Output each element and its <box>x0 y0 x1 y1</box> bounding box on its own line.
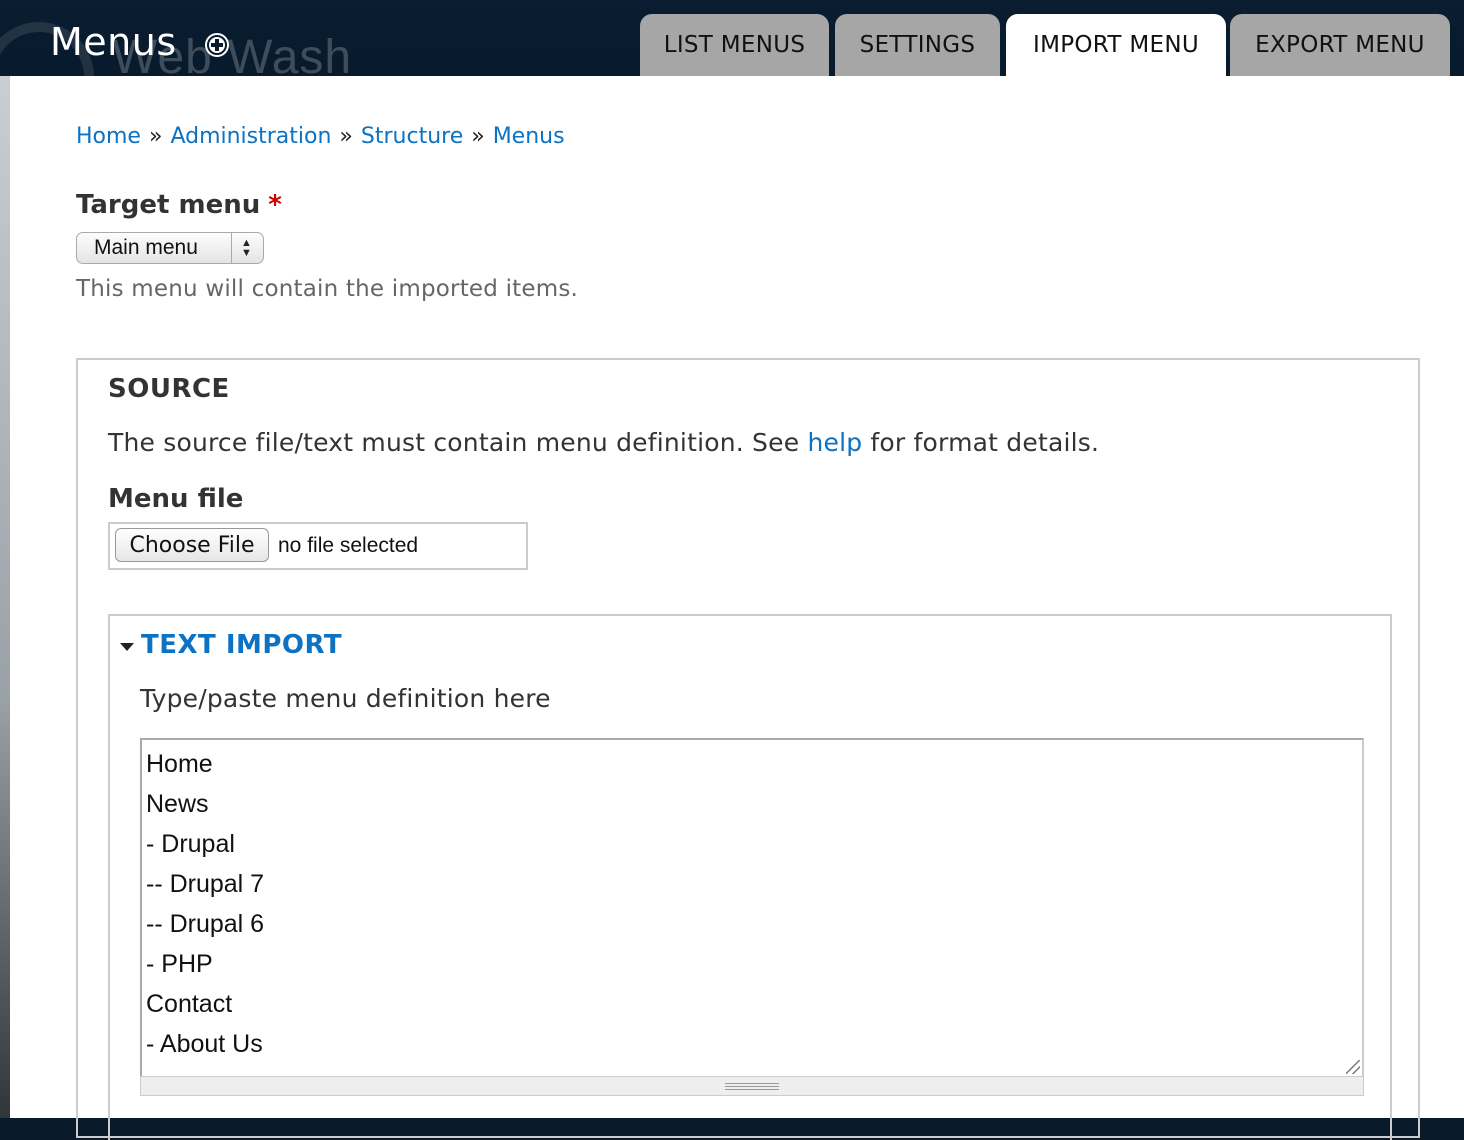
target-menu-selected-value: Main menu <box>94 236 198 259</box>
file-status: no file selected <box>278 534 419 557</box>
required-marker: * <box>268 190 282 220</box>
source-description-text-end: for format details. <box>862 428 1100 457</box>
collapse-triangle-icon <box>120 642 134 651</box>
menu-definition-label: Type/paste menu definition here <box>140 684 551 713</box>
textarea-line: - Drupal <box>146 830 235 858</box>
breadcrumb: Home » Administration » Structure » Menus <box>76 124 565 149</box>
main-content: Home » Administration » Structure » Menus Targ… <box>10 76 1464 1140</box>
text-import-legend[interactable]: TEXT IMPORT <box>141 630 342 660</box>
breadcrumb-structure[interactable]: Structure <box>361 124 463 149</box>
source-fieldset: SOURCE The source file/text must contain… <box>76 358 1420 1140</box>
source-description-text: The source file/text must contain menu d… <box>108 428 808 457</box>
text-import-fieldset: TEXT IMPORT Type/paste menu definition h… <box>108 614 1392 1140</box>
textarea-line: - About Us <box>146 1030 263 1058</box>
plus-circle-icon[interactable] <box>205 33 229 57</box>
help-link[interactable]: help <box>807 428 862 457</box>
choose-file-button[interactable]: Choose File <box>115 528 269 562</box>
textarea-content: Home News - Drupal -- Drupal 7 -- Drupal… <box>146 744 264 1064</box>
menu-file-label: Menu file <box>108 484 244 514</box>
tab-import-menu[interactable]: IMPORT MENU <box>1006 14 1226 76</box>
breadcrumb-separator: » <box>471 124 485 149</box>
tab-list-menus[interactable]: LIST MENUS <box>640 14 829 76</box>
breadcrumb-administration[interactable]: Administration <box>170 124 331 149</box>
breadcrumb-home[interactable]: Home <box>76 124 141 149</box>
tab-settings[interactable]: SETTINGS <box>835 14 1000 76</box>
menu-file-field: Choose File no file selected <box>108 522 528 570</box>
tab-export-menu[interactable]: EXPORT MENU <box>1230 14 1450 76</box>
text-import-toggle[interactable]: TEXT IMPORT <box>120 630 342 660</box>
target-menu-label-text: Target menu <box>76 190 261 220</box>
textarea-line: -- Drupal 6 <box>146 910 265 938</box>
target-menu-description: This menu will contain the imported item… <box>76 276 579 302</box>
textarea-line: Contact <box>146 990 233 1018</box>
page-header: Web Wash Menus LIST MENUS SETTINGS IMPOR… <box>0 0 1464 76</box>
textarea-line: - PHP <box>146 950 213 978</box>
select-divider <box>231 233 232 263</box>
target-menu-select[interactable]: Main menu ▲ ▼ <box>76 232 264 264</box>
menu-definition-textarea[interactable]: Home News - Drupal -- Drupal 7 -- Drupal… <box>140 738 1364 1078</box>
textarea-line: Home <box>146 750 213 778</box>
grip-lines-icon <box>725 1083 779 1090</box>
target-menu-label: Target menu * <box>76 190 282 220</box>
resize-handle-icon[interactable] <box>1346 1060 1360 1074</box>
source-description: The source file/text must contain menu d… <box>108 428 1099 457</box>
breadcrumb-menus[interactable]: Menus <box>493 124 565 149</box>
textarea-line: News <box>146 790 209 818</box>
background-sliver <box>0 76 10 1118</box>
textarea-grippie[interactable] <box>140 1076 1364 1096</box>
source-legend: SOURCE <box>108 374 230 404</box>
breadcrumb-separator: » <box>339 124 353 149</box>
select-arrows-icon: ▲ ▼ <box>241 237 252 259</box>
breadcrumb-separator: » <box>148 124 163 149</box>
textarea-line: -- Drupal 7 <box>146 870 265 898</box>
page-title: Menus <box>50 20 177 64</box>
